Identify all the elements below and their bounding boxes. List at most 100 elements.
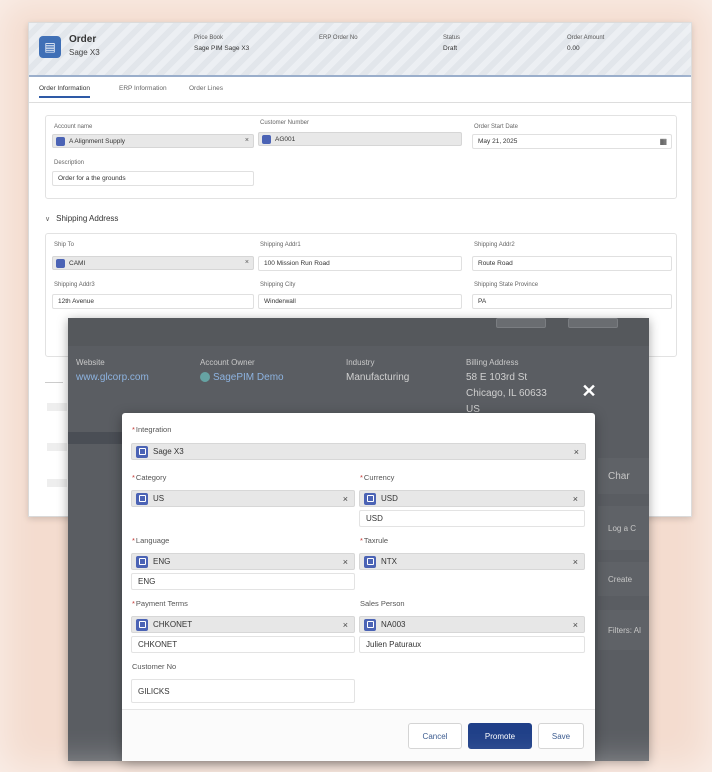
lookup-record-icon: [56, 258, 65, 268]
clear-icon[interactable]: ×: [343, 494, 348, 504]
industry-label: Industry: [346, 358, 375, 367]
right-panel-item: Char: [598, 458, 649, 494]
clear-icon[interactable]: ×: [343, 557, 348, 567]
lookup-record-icon: [364, 555, 376, 568]
currency-lookup[interactable]: USD ×: [359, 490, 585, 507]
lookup-record-icon: [364, 492, 376, 505]
right-panel-item[interactable]: Create: [598, 562, 649, 596]
field-fragment: [47, 443, 67, 451]
status-label: Status: [443, 35, 461, 41]
save-button[interactable]: Save: [538, 723, 584, 749]
chevron-down-icon: ∨: [45, 216, 51, 223]
tab-erp-information[interactable]: ERP Information: [119, 85, 167, 92]
shipping-addr1-input[interactable]: 100 Mission Run Road: [258, 256, 462, 271]
calendar-icon[interactable]: ▦: [659, 137, 667, 146]
order-amount-value: 0.00: [567, 45, 580, 52]
category-label: *Category: [132, 473, 167, 482]
order-tabs: Order Information ERP Information Order …: [29, 77, 691, 103]
promote-button[interactable]: Promote: [468, 723, 532, 749]
billing-address-line1: 58 E 103rd St: [466, 372, 528, 383]
clear-icon[interactable]: ×: [573, 620, 578, 630]
category-lookup[interactable]: US ×: [131, 490, 355, 507]
order-start-date-label: Order Start Date: [474, 124, 519, 130]
right-panel-item[interactable]: Log a C: [598, 506, 649, 550]
ship-to-value: CAMI: [69, 259, 86, 267]
clear-icon[interactable]: ×: [573, 557, 578, 567]
clear-icon[interactable]: ×: [573, 494, 578, 504]
clear-icon[interactable]: ×: [574, 447, 579, 457]
shipping-addr2-input[interactable]: Route Road: [472, 256, 672, 271]
lookup-record-icon: [262, 134, 271, 144]
integration-lookup[interactable]: Sage X3 ×: [131, 443, 586, 460]
integration-label: *Integration: [132, 425, 172, 434]
currency-text-value: USD: [366, 514, 383, 523]
status-value: Draft: [443, 45, 458, 52]
shipping-addr3-label: Shipping Addr3: [54, 282, 95, 288]
description-input[interactable]: Order for a the grounds: [52, 171, 254, 186]
cancel-button[interactable]: Cancel: [408, 723, 462, 749]
right-panel-item[interactable]: Filters: Al: [598, 610, 649, 650]
taxrule-label-text: Taxrule: [363, 536, 389, 545]
order-start-date-input[interactable]: May 21, 2025 ▦: [472, 134, 672, 149]
shipping-addr2-label: Shipping Addr2: [474, 242, 515, 248]
customer-no-input[interactable]: GILICKS: [131, 679, 355, 703]
order-title: Order: [69, 34, 97, 45]
lookup-record-icon: [136, 492, 148, 505]
order-amount-label: Order Amount: [567, 35, 605, 41]
payment-terms-label: *Payment Terms: [132, 599, 188, 608]
tab-order-lines[interactable]: Order Lines: [189, 85, 223, 92]
sales-person-label: Sales Person: [360, 599, 405, 608]
sales-person-text-value: Julien Paturaux: [366, 640, 422, 649]
account-owner-link[interactable]: SagePIM Demo: [213, 372, 284, 383]
sales-person-lookup[interactable]: NA003 ×: [359, 616, 585, 633]
account-name-label: Account name: [54, 124, 93, 130]
description-label: Description: [54, 160, 85, 166]
sales-person-text-field[interactable]: Julien Paturaux: [359, 636, 585, 653]
account-name-lookup[interactable]: A Alignment Supply ×: [52, 134, 254, 148]
currency-text-field[interactable]: USD: [359, 510, 585, 527]
payment-terms-lookup[interactable]: CHKONET ×: [131, 616, 355, 633]
overlay-top-button[interactable]: [496, 318, 546, 328]
industry-value: Manufacturing: [346, 372, 410, 383]
header-field-erp-order: ERP Order No: [319, 35, 358, 45]
shipping-state-input[interactable]: PA: [472, 294, 672, 309]
tab-order-information[interactable]: Order Information: [39, 85, 90, 98]
ship-to-lookup[interactable]: CAMI ×: [52, 256, 254, 270]
language-lookup[interactable]: ENG ×: [131, 553, 355, 570]
modal-footer: Cancel Promote Save: [122, 709, 595, 761]
shipping-addr3-value: 12th Avenue: [58, 298, 95, 305]
lookup-record-icon: [136, 445, 148, 458]
customer-no-label: Customer No: [132, 662, 177, 671]
clear-icon[interactable]: ×: [245, 259, 249, 266]
field-fragment: [47, 479, 67, 487]
shipping-city-input[interactable]: Winderwall: [258, 294, 462, 309]
customer-number-value: AG001: [275, 135, 296, 143]
clear-icon[interactable]: ×: [245, 137, 249, 144]
description-value: Order for a the grounds: [58, 175, 126, 182]
taxrule-lookup[interactable]: NTX ×: [359, 553, 585, 570]
shipping-address-section-title[interactable]: ∨ Shipping Address: [45, 214, 118, 223]
shipping-state-label: Shipping State Province: [474, 282, 539, 288]
language-text-field[interactable]: ENG: [131, 573, 355, 590]
collapsed-section-fragment: [45, 373, 63, 383]
shipping-addr3-input[interactable]: 12th Avenue: [52, 294, 254, 309]
lookup-record-icon: [136, 618, 148, 631]
account-owner[interactable]: SagePIM Demo: [200, 372, 284, 383]
shipping-addr1-label: Shipping Addr1: [260, 242, 301, 248]
overlay-band: [68, 432, 124, 444]
payment-terms-text-field[interactable]: CHKONET: [131, 636, 355, 653]
language-label-text: Language: [135, 536, 170, 545]
order-start-date-value: May 21, 2025: [478, 138, 518, 145]
close-icon[interactable]: ✕: [578, 380, 600, 402]
website-link[interactable]: www.glcorp.com: [76, 372, 149, 383]
overlay-top-bar: [68, 318, 649, 346]
lookup-record-icon: [56, 136, 65, 146]
field-fragment: [47, 403, 67, 411]
erp-order-label: ERP Order No: [319, 35, 358, 41]
integration-label-text: Integration: [135, 425, 172, 434]
overlay-top-button[interactable]: [568, 318, 618, 328]
promote-modal: *Integration Sage X3 × *Category US × *C…: [122, 413, 595, 761]
clear-icon[interactable]: ×: [343, 620, 348, 630]
customer-number-lookup[interactable]: AG001: [258, 132, 462, 146]
header-field-order-amount: Order Amount 0.00: [567, 35, 604, 52]
